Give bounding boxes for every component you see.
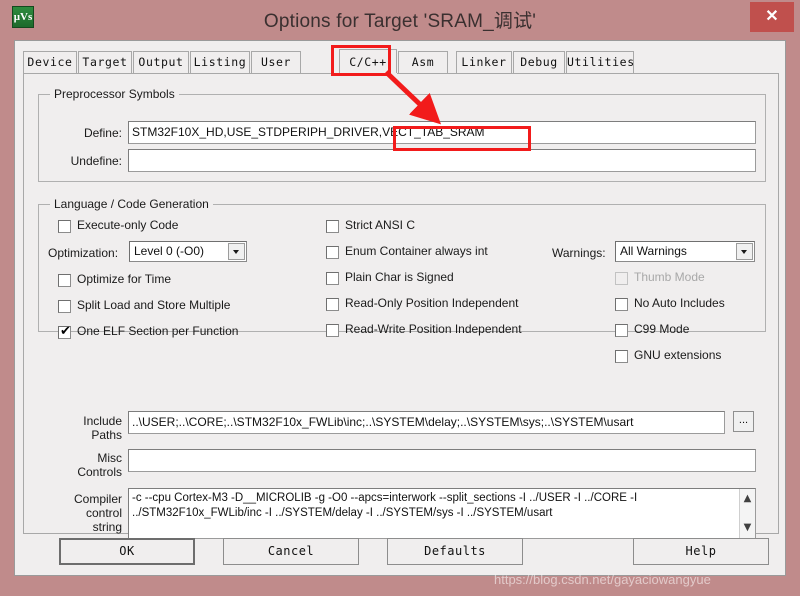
compiler-control-string-label-line2: control	[85, 506, 122, 520]
active-tab-underline-gap	[340, 73, 397, 75]
enum-container-always-int-checkbox-box[interactable]	[326, 246, 339, 259]
no-auto-includes-label[interactable]: No Auto Includes	[634, 296, 725, 310]
no-auto-includes-checkbox-box[interactable]	[615, 298, 628, 311]
read-only-position-independent-label[interactable]: Read-Only Position Independent	[345, 296, 518, 310]
split-load-store-multiple-label[interactable]: Split Load and Store Multiple	[77, 298, 230, 312]
window-title: Options for Target 'SRAM_调试'	[263, 11, 537, 32]
cancel-button[interactable]: Cancel	[223, 538, 359, 565]
read-only-position-independent-checkbox-box[interactable]	[326, 298, 339, 311]
thumb-mode-label: Thumb Mode	[634, 270, 705, 284]
enum-container-always-int-label[interactable]: Enum Container always int	[345, 244, 488, 258]
chevron-down-icon-warnings[interactable]	[736, 243, 753, 260]
compiler-control-string-line1: -c --cpu Cortex-M3 -D__MICROLIB -g -O0 -…	[132, 492, 638, 504]
tab-asm[interactable]: Asm	[398, 51, 448, 73]
define-label: Define:	[83, 126, 122, 140]
tab-linker[interactable]: Linker	[456, 51, 512, 73]
c-cpp-tab-page: Preprocessor Symbols Define: STM32F10X_H…	[23, 74, 779, 539]
title-bar: μVs Options for Target 'SRAM_调试' ✕	[0, 0, 800, 40]
read-write-position-independent-checkbox-box[interactable]	[326, 324, 339, 337]
compiler-control-string-label-line1: Compiler	[73, 492, 122, 506]
options-dialog-window: μVs Options for Target 'SRAM_调试' ✕ Devic…	[0, 0, 800, 596]
tab-c-cpp[interactable]: C/C++	[339, 49, 397, 75]
optimization-value: Level 0 (-O0)	[134, 244, 205, 258]
c99-mode-checkbox-box[interactable]	[615, 324, 628, 337]
plain-char-is-signed-label[interactable]: Plain Char is Signed	[345, 270, 454, 284]
warnings-select[interactable]: All Warnings	[615, 241, 755, 262]
optimize-for-time-label[interactable]: Optimize for Time	[77, 272, 171, 286]
one-elf-section-per-function-label[interactable]: One ELF Section per Function	[77, 324, 238, 338]
tab-debug[interactable]: Debug	[513, 51, 565, 73]
gnu-extensions-checkbox-box[interactable]	[615, 350, 628, 363]
undefine-input[interactable]	[128, 149, 756, 172]
scroll-up-icon[interactable]: ▲	[740, 491, 755, 507]
compiler-control-string-input[interactable]: -c --cpu Cortex-M3 -D__MICROLIB -g -O0 -…	[128, 488, 756, 539]
define-input[interactable]: STM32F10X_HD,USE_STDPERIPH_DRIVER,VECT_T…	[128, 121, 756, 144]
ok-button[interactable]: OK	[59, 538, 195, 565]
optimization-label: Optimization:	[48, 246, 119, 260]
include-paths-input[interactable]: ..\USER;..\CORE;..\STM32F10x_FWLib\inc;.…	[128, 411, 725, 434]
execute-only-code-label[interactable]: Execute-only Code	[77, 218, 178, 232]
optimize-for-time-checkbox-box[interactable]	[58, 274, 71, 287]
read-write-position-independent-label[interactable]: Read-Write Position Independent	[345, 322, 522, 336]
include-paths-label-line1: Include	[83, 414, 122, 428]
strict-ansi-c-label[interactable]: Strict ANSI C	[345, 218, 415, 232]
help-button[interactable]: Help	[633, 538, 769, 565]
tab-output[interactable]: Output	[133, 51, 189, 73]
misc-controls-label-line1: Misc	[97, 451, 122, 465]
warnings-value: All Warnings	[620, 244, 687, 258]
undefine-label: Undefine:	[70, 154, 122, 168]
check-mark-icon: ✔	[60, 324, 71, 339]
gnu-extensions-label[interactable]: GNU extensions	[634, 348, 721, 362]
tab-user[interactable]: User	[251, 51, 301, 73]
misc-controls-label-line2: Controls	[77, 465, 122, 479]
language-code-generation-group-label: Language / Code Generation	[50, 197, 213, 211]
tab-strip: Device Target Output Listing User C/C++ …	[23, 49, 779, 75]
dialog-client-area: Device Target Output Listing User C/C++ …	[14, 40, 786, 576]
defaults-button[interactable]: Defaults	[387, 538, 523, 565]
split-load-store-multiple-checkbox-box[interactable]	[58, 300, 71, 313]
compiler-control-string-scrollbar[interactable]: ▲ ▼	[739, 489, 755, 538]
misc-controls-input[interactable]	[128, 449, 756, 472]
tab-target[interactable]: Target	[78, 51, 132, 73]
thumb-mode-checkbox-box	[615, 272, 628, 285]
chevron-down-icon[interactable]	[228, 243, 245, 260]
include-paths-label-line2: Paths	[91, 428, 122, 442]
tab-utilities[interactable]: Utilities	[566, 51, 634, 73]
compiler-control-string-line2: ../STM32F10x_FWLib/inc -I ../SYSTEM/dela…	[132, 507, 553, 519]
compiler-control-string-label-line3: string	[92, 520, 122, 534]
one-elf-section-per-function-checkbox-box[interactable]: ✔	[58, 324, 71, 339]
tab-device[interactable]: Device	[23, 51, 77, 73]
dialog-button-bar: OK Cancel Defaults Help	[23, 538, 779, 570]
scroll-down-icon[interactable]: ▼	[740, 520, 755, 536]
tab-listing[interactable]: Listing	[190, 51, 250, 73]
warnings-label: Warnings:	[552, 246, 606, 260]
include-paths-browse-button[interactable]: ...	[733, 411, 754, 432]
close-icon[interactable]: ✕	[750, 2, 794, 32]
c99-mode-label[interactable]: C99 Mode	[634, 322, 689, 336]
optimization-select[interactable]: Level 0 (-O0)	[129, 241, 247, 262]
preprocessor-symbols-group-label: Preprocessor Symbols	[50, 87, 179, 101]
plain-char-is-signed-checkbox-box[interactable]	[326, 272, 339, 285]
strict-ansi-c-checkbox-box[interactable]	[326, 220, 339, 233]
execute-only-code-checkbox-box[interactable]	[58, 220, 71, 233]
